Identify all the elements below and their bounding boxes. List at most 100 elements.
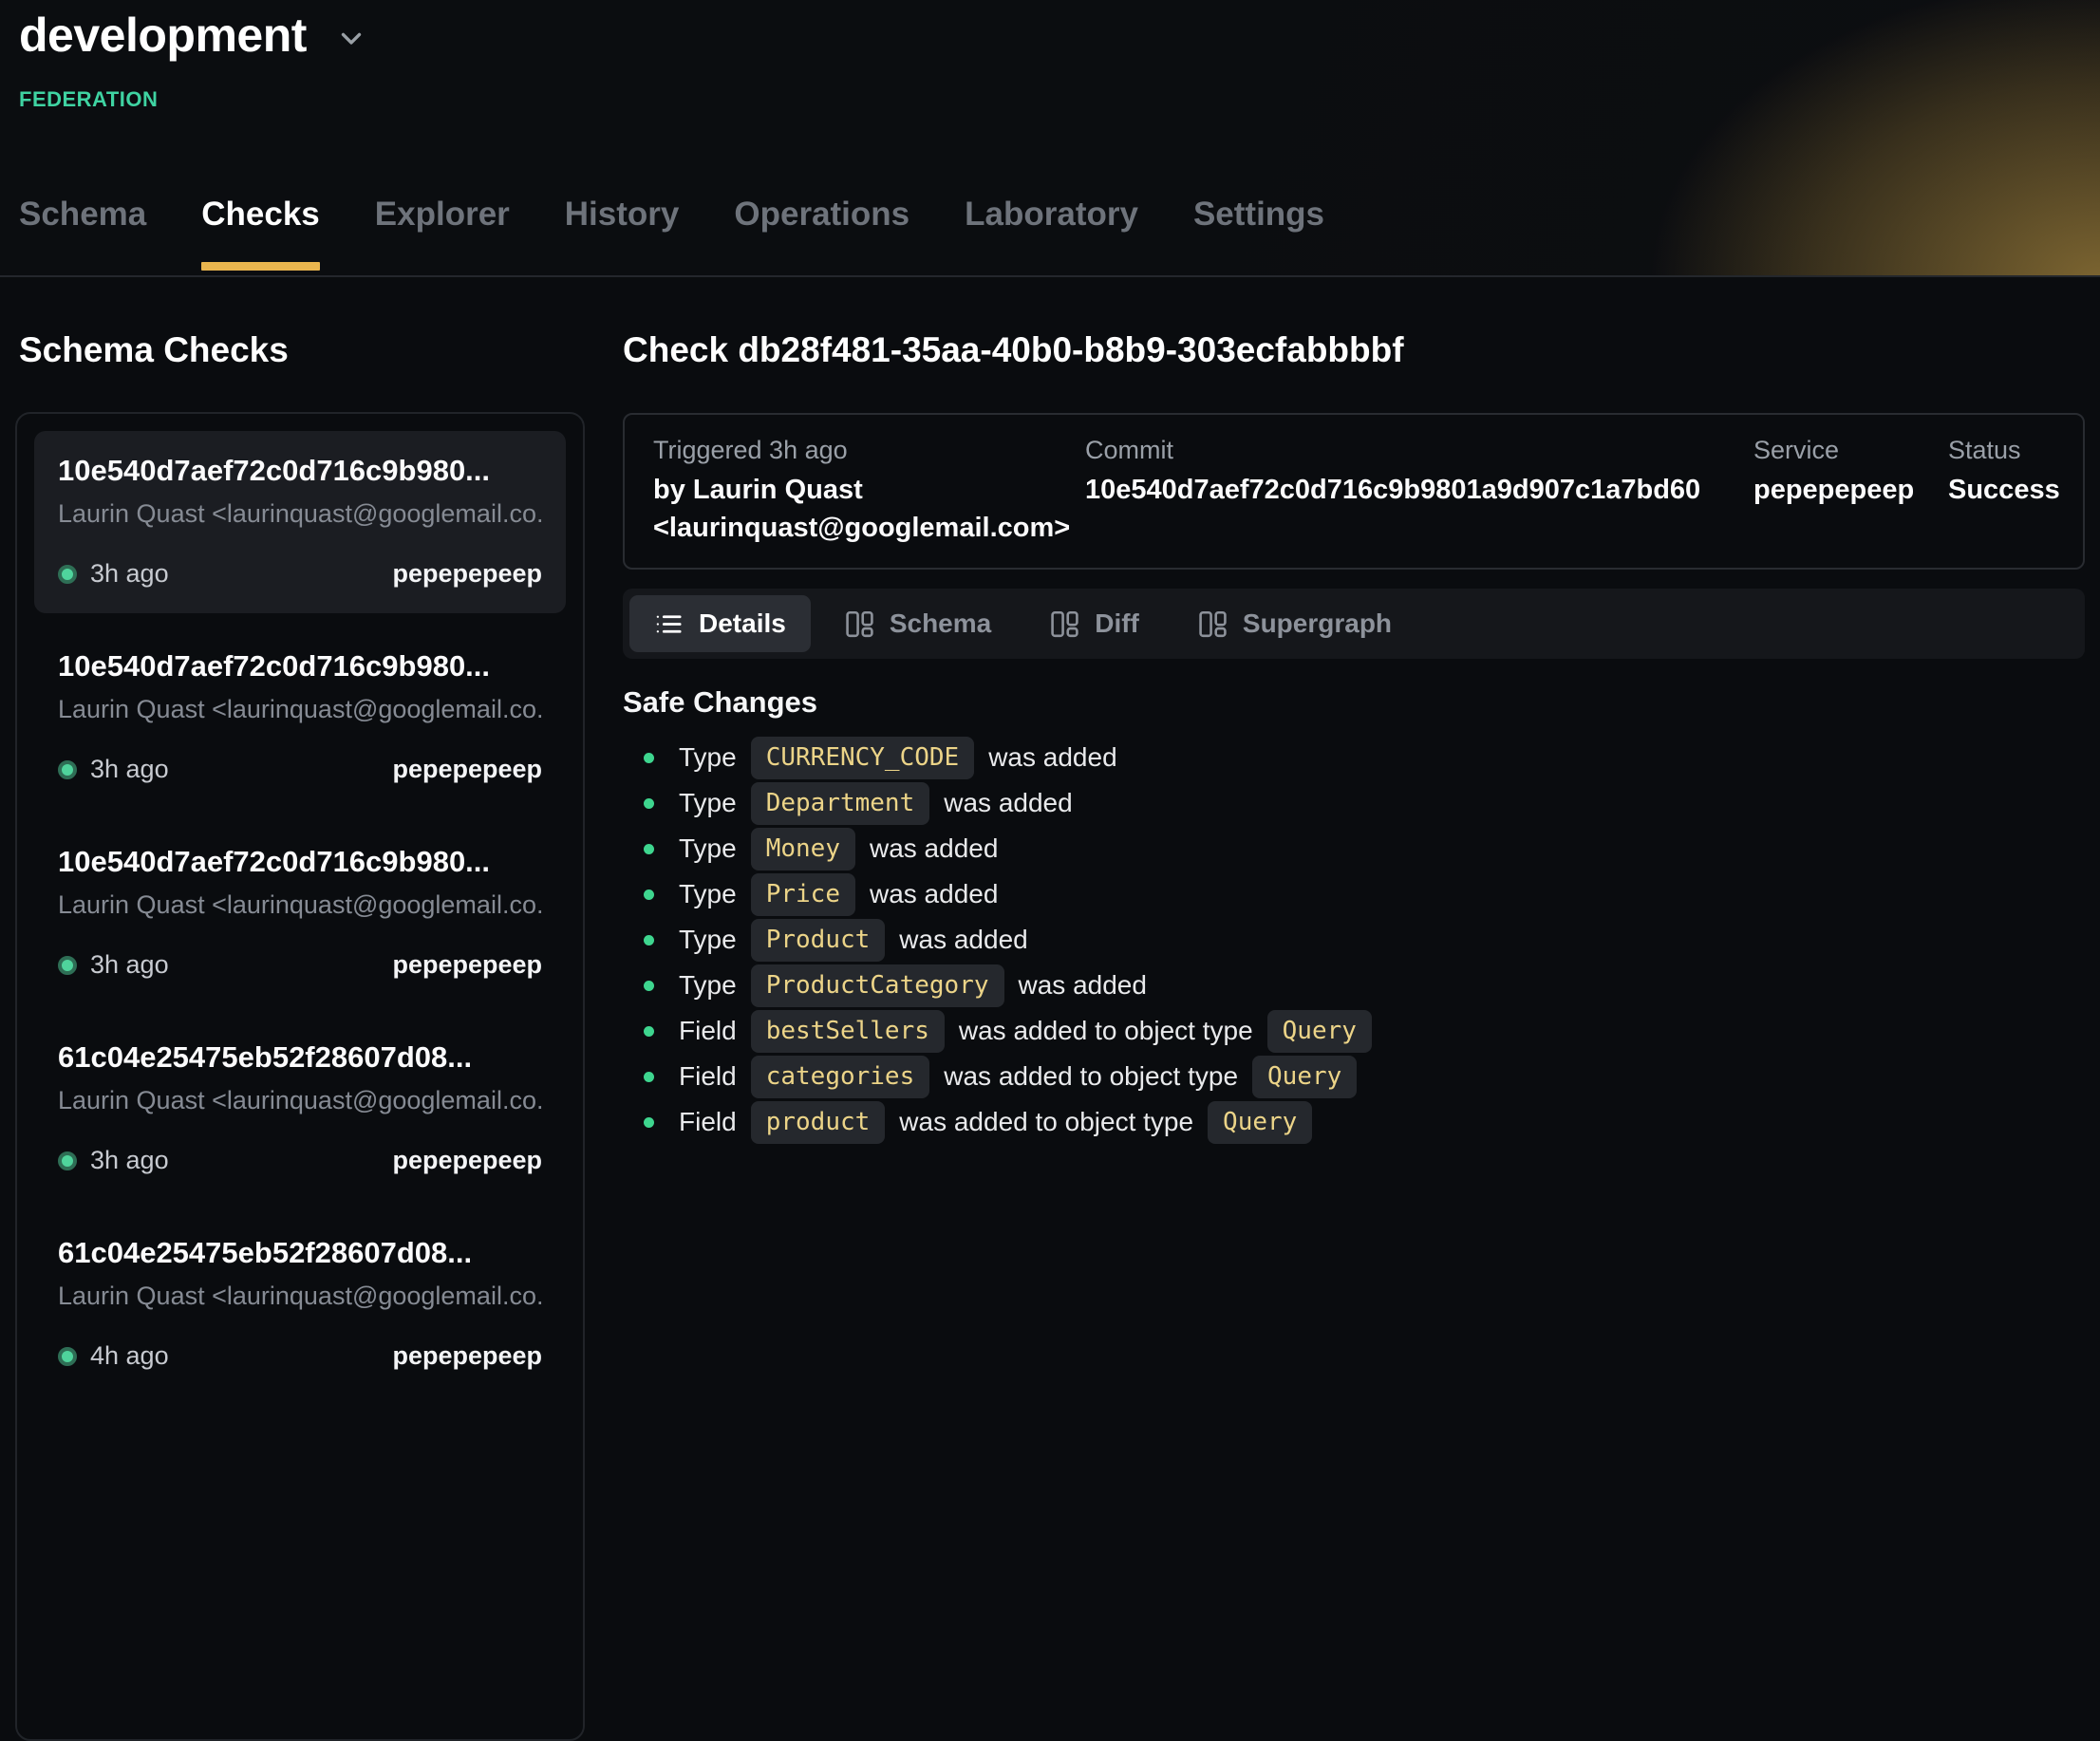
tab-operations[interactable]: Operations	[706, 196, 937, 275]
project-header: development FEDERATION SchemaChecksExplo…	[0, 0, 2100, 277]
tab-schema[interactable]: Schema	[19, 196, 174, 275]
change-kind: Type	[679, 742, 737, 773]
check-author: Laurin Quast <laurinquast@googlemail.co.…	[58, 1086, 542, 1115]
project-tab-bar: Schema Checks ExplorerHistoryOperationsLab…	[19, 196, 1352, 275]
change-description: was added	[870, 833, 998, 864]
check-time: 4h ago	[90, 1341, 169, 1371]
change-kind: Type	[679, 833, 737, 864]
check-id: 10e540d7aef72c0d716c9b980...	[58, 845, 542, 879]
check-status: 4h ago	[58, 1341, 169, 1371]
bullet-icon	[644, 981, 654, 991]
green-dot-icon	[58, 760, 77, 779]
check-status: 3h ago	[58, 950, 169, 980]
check-id: 61c04e25475eb52f28607d08...	[58, 1236, 542, 1270]
tab-label: Checks	[201, 196, 320, 233]
list-icon	[654, 609, 684, 639]
view-tab-supergraph[interactable]: Supergraph	[1173, 595, 1416, 652]
project-name: development	[19, 8, 307, 63]
change-description: was added to object type	[944, 1061, 1238, 1092]
check-author: Laurin Quast <laurinquast@googlemail.co.…	[58, 890, 542, 920]
check-status: 3h ago	[58, 1146, 169, 1175]
schema-checks-sidebar: Schema Checks 10e540d7aef72c0d716c9b980.…	[15, 330, 585, 1741]
changes-list: TypeCURRENCY_CODEwas addedTypeDepartment…	[623, 735, 2085, 1145]
change-row: TypePricewas added	[623, 871, 2085, 917]
change-kind: Type	[679, 925, 737, 955]
check-status: 3h ago	[58, 559, 169, 589]
sidebar-title: Schema Checks	[19, 330, 585, 370]
view-tab-label: Supergraph	[1243, 608, 1392, 639]
view-tab-diff[interactable]: Diff	[1025, 595, 1164, 652]
check-list-item[interactable]: 61c04e25475eb52f28607d08... Laurin Quast …	[34, 1213, 566, 1395]
check-list-item[interactable]: 10e540d7aef72c0d716c9b980...Laurin Quast…	[34, 431, 566, 613]
tab-laboratory[interactable]: Laboratory	[937, 196, 1166, 275]
tab-checks[interactable]: Checks	[174, 196, 347, 275]
check-title: Check db28f481-35aa-40b0-b8b9-303ecfabbb…	[623, 330, 2085, 370]
change-description: was added	[1019, 970, 1147, 1001]
check-meta-row: 3h agopepepepeep	[58, 950, 542, 980]
change-row: Fieldproductwas added to object typeQuer…	[623, 1099, 2085, 1145]
check-list-item[interactable]: 10e540d7aef72c0d716c9b980...Laurin Quast…	[34, 627, 566, 809]
view-tab-details[interactable]: Details	[629, 595, 811, 652]
meta-triggered: Triggered 3h ago by Laurin Quast <laurin…	[653, 436, 1085, 547]
change-row: TypeProductCategorywas added	[623, 963, 2085, 1008]
check-service: pepepepeep	[392, 1341, 542, 1371]
columns-icon	[1198, 609, 1228, 639]
bullet-icon	[644, 798, 654, 809]
change-kind: Field	[679, 1016, 737, 1046]
tab-label: Schema	[19, 196, 146, 233]
tab-label: Settings	[1193, 196, 1324, 233]
view-tab-label: Details	[699, 608, 786, 639]
check-time: 3h ago	[90, 1146, 169, 1175]
change-description: was added to object type	[899, 1107, 1193, 1137]
change-target-code: Query	[1252, 1056, 1357, 1098]
check-author: Laurin Quast <laurinquast@googlemail.co.…	[58, 695, 542, 724]
check-meta-row: 4h ago pepepepeep	[58, 1341, 542, 1371]
meta-status: Status Success	[1948, 436, 2054, 547]
change-description: was added to object type	[959, 1016, 1253, 1046]
check-author: Laurin Quast <laurinquast@googlemail.co.…	[58, 1282, 542, 1311]
check-service: pepepepeep	[392, 559, 542, 589]
tab-explorer[interactable]: Explorer	[347, 196, 537, 275]
commit-hash: 10e540d7aef72c0d716c9b9801a9d907c1a7bd60	[1085, 471, 1753, 509]
project-switcher[interactable]: development	[19, 8, 367, 63]
status-value: Success	[1948, 471, 2054, 509]
triggered-by: by Laurin Quast	[653, 471, 1085, 509]
check-list-item[interactable]: 61c04e25475eb52f28607d08...Laurin Quast …	[34, 1018, 566, 1200]
meta-service: Service pepepepeep	[1753, 436, 1948, 547]
view-tab-label: Diff	[1095, 608, 1139, 639]
check-meta-row: 3h ago pepepepeep	[58, 1146, 542, 1175]
view-tab-schema[interactable]: Schema	[820, 595, 1016, 652]
tab-settings[interactable]: Settings	[1166, 196, 1352, 275]
safe-changes-title: Safe Changes	[623, 685, 2085, 720]
change-kind: Field	[679, 1107, 737, 1137]
change-row: Field bestSellers was added to object type…	[623, 1008, 2085, 1054]
chevron-down-icon[interactable]	[335, 22, 367, 59]
check-view-tab-bar: Details Schema Diff Supergraph	[623, 589, 2085, 659]
status-label: Status	[1948, 436, 2054, 465]
change-description: was added	[988, 742, 1116, 773]
check-meta-row: 3h ago pepepepeep	[58, 559, 542, 589]
service-label: Service	[1753, 436, 1948, 465]
check-service: pepepepeep	[392, 1146, 542, 1175]
change-code: CURRENCY_CODE	[751, 737, 975, 779]
commit-label: Commit	[1085, 436, 1753, 465]
change-target-code: Query	[1208, 1101, 1312, 1144]
tab-history[interactable]: History	[537, 196, 707, 275]
check-id: 10e540d7aef72c0d716c9b980...	[58, 454, 542, 488]
check-status: 3h ago	[58, 755, 169, 784]
green-dot-icon	[58, 565, 77, 584]
columns-icon	[845, 609, 874, 639]
change-code: bestSellers	[751, 1010, 945, 1053]
check-list-item[interactable]: 10e540d7aef72c0d716c9b980... Laurin Quast…	[34, 822, 566, 1004]
meta-commit: Commit 10e540d7aef72c0d716c9b9801a9d907c…	[1085, 436, 1753, 547]
change-code: Product	[751, 919, 886, 962]
triggered-label: Triggered 3h ago	[653, 436, 1085, 465]
view-tab-label: Schema	[890, 608, 991, 639]
bullet-icon	[644, 889, 654, 900]
change-description: was added	[899, 925, 1027, 955]
change-code: ProductCategory	[751, 964, 1004, 1007]
check-meta-card: Triggered 3h ago by Laurin Quast <laurin…	[623, 413, 2085, 570]
change-row: TypeMoneywas added	[623, 826, 2085, 871]
bullet-icon	[644, 753, 654, 763]
service-name: pepepepeep	[1753, 471, 1948, 509]
